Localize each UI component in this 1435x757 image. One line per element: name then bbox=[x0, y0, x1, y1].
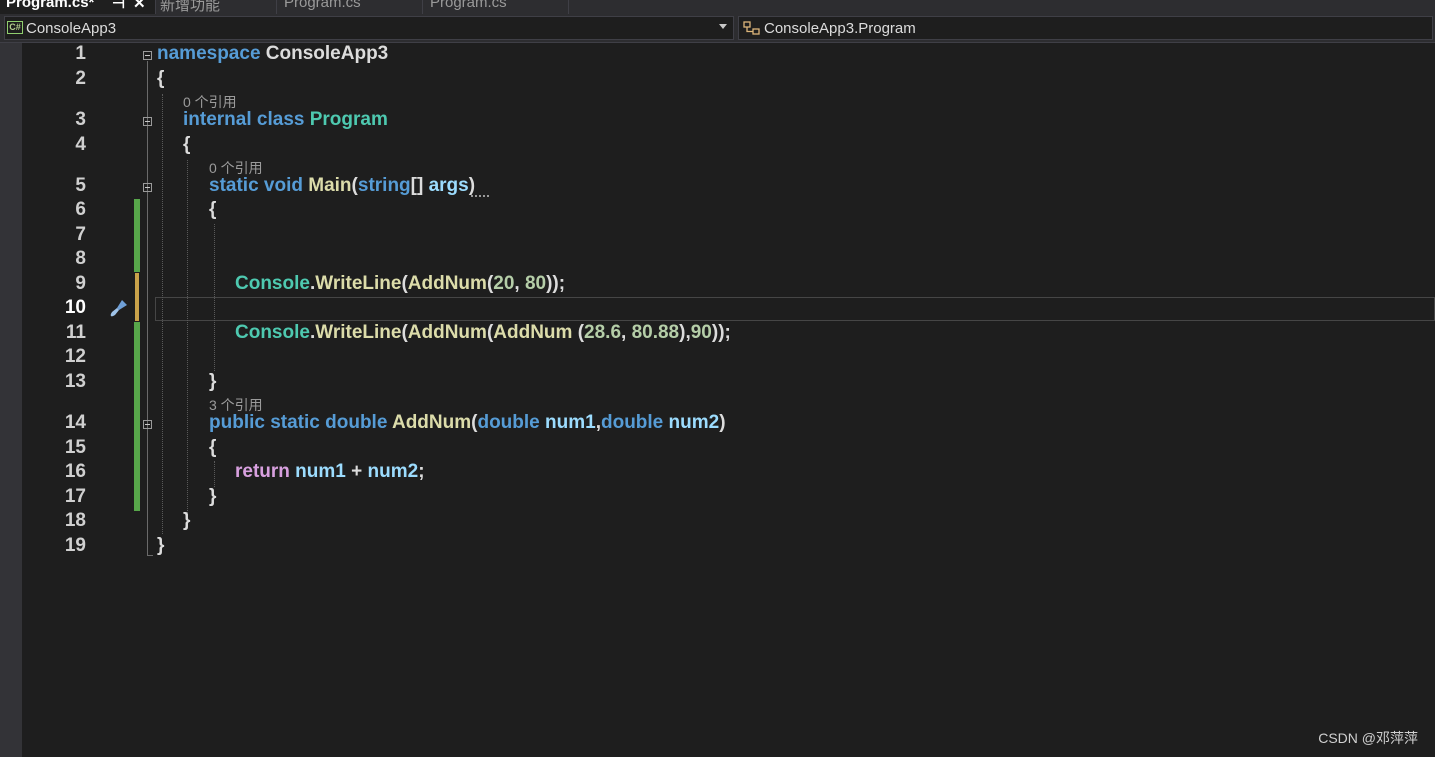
csharp-project-icon: C# bbox=[7, 21, 23, 34]
line-number: 15 bbox=[64, 437, 86, 458]
line-number: 2 bbox=[75, 68, 86, 89]
indent-guide bbox=[187, 160, 188, 515]
outline-end bbox=[147, 555, 153, 556]
indent-guide bbox=[214, 224, 215, 371]
line-number: 11 bbox=[65, 322, 86, 343]
line-number: 7 bbox=[75, 224, 86, 245]
line-number: 14 bbox=[64, 412, 86, 433]
chevron-down-icon[interactable] bbox=[719, 24, 727, 29]
code-line-17: } bbox=[209, 486, 217, 507]
close-icon[interactable]: ✕ bbox=[133, 0, 146, 12]
current-line-highlight bbox=[155, 297, 1435, 321]
indent-guide bbox=[214, 461, 215, 487]
code-line-13: } bbox=[209, 371, 217, 392]
outline-line bbox=[147, 61, 148, 555]
collapse-namespace-toggle[interactable] bbox=[143, 51, 152, 60]
line-number: 5 bbox=[75, 175, 86, 196]
code-line-14: public static double AddNum(double num1,… bbox=[209, 412, 726, 433]
tab-label: 新增功能 bbox=[160, 0, 221, 14]
code-line-5: static void Main(string[] args) bbox=[209, 175, 476, 196]
code-line-19: } bbox=[157, 535, 165, 556]
code-line-16: return num1 + num2; bbox=[235, 461, 425, 482]
line-number: 19 bbox=[64, 535, 86, 556]
code-line-4: { bbox=[183, 134, 191, 155]
tab-program-cs-3[interactable]: Program.cs bbox=[423, 0, 569, 14]
tab-program-cs-2[interactable]: Program.cs bbox=[277, 0, 423, 14]
navigation-bar: C# ConsoleApp3 ConsoleApp3.Program bbox=[0, 14, 1435, 43]
unused-parameter-hint bbox=[471, 193, 489, 197]
line-number-current: 10 bbox=[64, 297, 86, 318]
quick-actions-brush-icon[interactable] bbox=[109, 298, 129, 318]
line-number: 12 bbox=[64, 346, 86, 367]
change-indicator-saved bbox=[134, 199, 140, 272]
document-tab-bar: Program.cs* ⊣ ✕ 新增功能 Program.cs Program.… bbox=[0, 0, 1435, 14]
tab-label: Program.cs* bbox=[6, 0, 95, 11]
code-line-6: { bbox=[209, 199, 217, 220]
tab-program-cs-modified[interactable]: Program.cs* ⊣ ✕ bbox=[0, 0, 156, 14]
line-number: 13 bbox=[64, 371, 86, 392]
line-number: 1 bbox=[75, 43, 86, 64]
code-line-18: } bbox=[183, 510, 191, 531]
collapse-addnum-toggle[interactable] bbox=[143, 420, 152, 429]
tab-label: Program.cs bbox=[284, 0, 361, 11]
watermark: CSDN @邓萍萍 bbox=[1318, 730, 1418, 746]
line-number: 8 bbox=[75, 248, 86, 269]
member-name: ConsoleApp3.Program bbox=[764, 20, 916, 37]
line-number: 4 bbox=[75, 134, 86, 155]
code-line-15: { bbox=[209, 437, 217, 458]
project-name: ConsoleApp3 bbox=[26, 20, 117, 37]
indent-guide bbox=[162, 94, 163, 534]
code-line-1: namespace ConsoleApp3 bbox=[157, 43, 389, 64]
tab-new-features[interactable]: 新增功能 bbox=[156, 0, 277, 14]
collapse-class-toggle[interactable] bbox=[143, 117, 152, 126]
code-line-2: { bbox=[157, 68, 165, 89]
change-indicator-unsaved bbox=[135, 273, 139, 321]
code-line-3: internal class Program bbox=[183, 109, 388, 130]
line-number: 9 bbox=[75, 273, 86, 294]
member-dropdown[interactable]: ConsoleApp3.Program bbox=[738, 16, 1433, 40]
class-icon bbox=[743, 21, 760, 35]
pin-icon[interactable]: ⊣ bbox=[112, 0, 125, 12]
line-number: 18 bbox=[64, 510, 86, 531]
change-indicator-saved bbox=[134, 322, 140, 511]
tab-label: Program.cs bbox=[430, 0, 507, 11]
line-number: 3 bbox=[75, 109, 86, 130]
line-number: 6 bbox=[75, 199, 86, 220]
code-line-9: Console.WriteLine(AddNum(20, 80)); bbox=[235, 273, 566, 294]
line-number: 16 bbox=[64, 461, 86, 482]
collapse-main-toggle[interactable] bbox=[143, 183, 152, 192]
code-line-11: Console.WriteLine(AddNum(AddNum (28.6, 8… bbox=[235, 322, 731, 343]
line-number: 17 bbox=[64, 486, 86, 507]
project-dropdown[interactable]: C# ConsoleApp3 bbox=[4, 16, 734, 40]
